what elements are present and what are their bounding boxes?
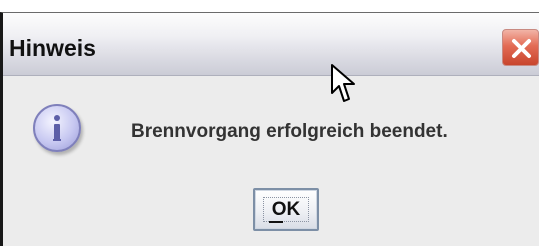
dialog-message: Brennvorgang erfolgreich beendet. — [131, 121, 448, 142]
ok-mnemonic-underline — [269, 221, 283, 223]
mouse-pointer-icon — [330, 63, 358, 110]
screen: Hinweis Brennvorgang erfolgreich beendet… — [0, 0, 539, 246]
dialog-content: Brennvorgang erfolgreich beendet. OK — [3, 76, 539, 246]
hinweis-dialog: Hinweis Brennvorgang erfolgreich beendet… — [0, 12, 539, 246]
ok-button[interactable]: OK — [253, 188, 319, 231]
info-icon — [33, 104, 81, 152]
ok-button-label: OK — [271, 199, 301, 220]
close-button[interactable] — [502, 29, 539, 66]
dialog-titlebar[interactable]: Hinweis — [3, 13, 539, 76]
dialog-title: Hinweis — [9, 35, 96, 61]
